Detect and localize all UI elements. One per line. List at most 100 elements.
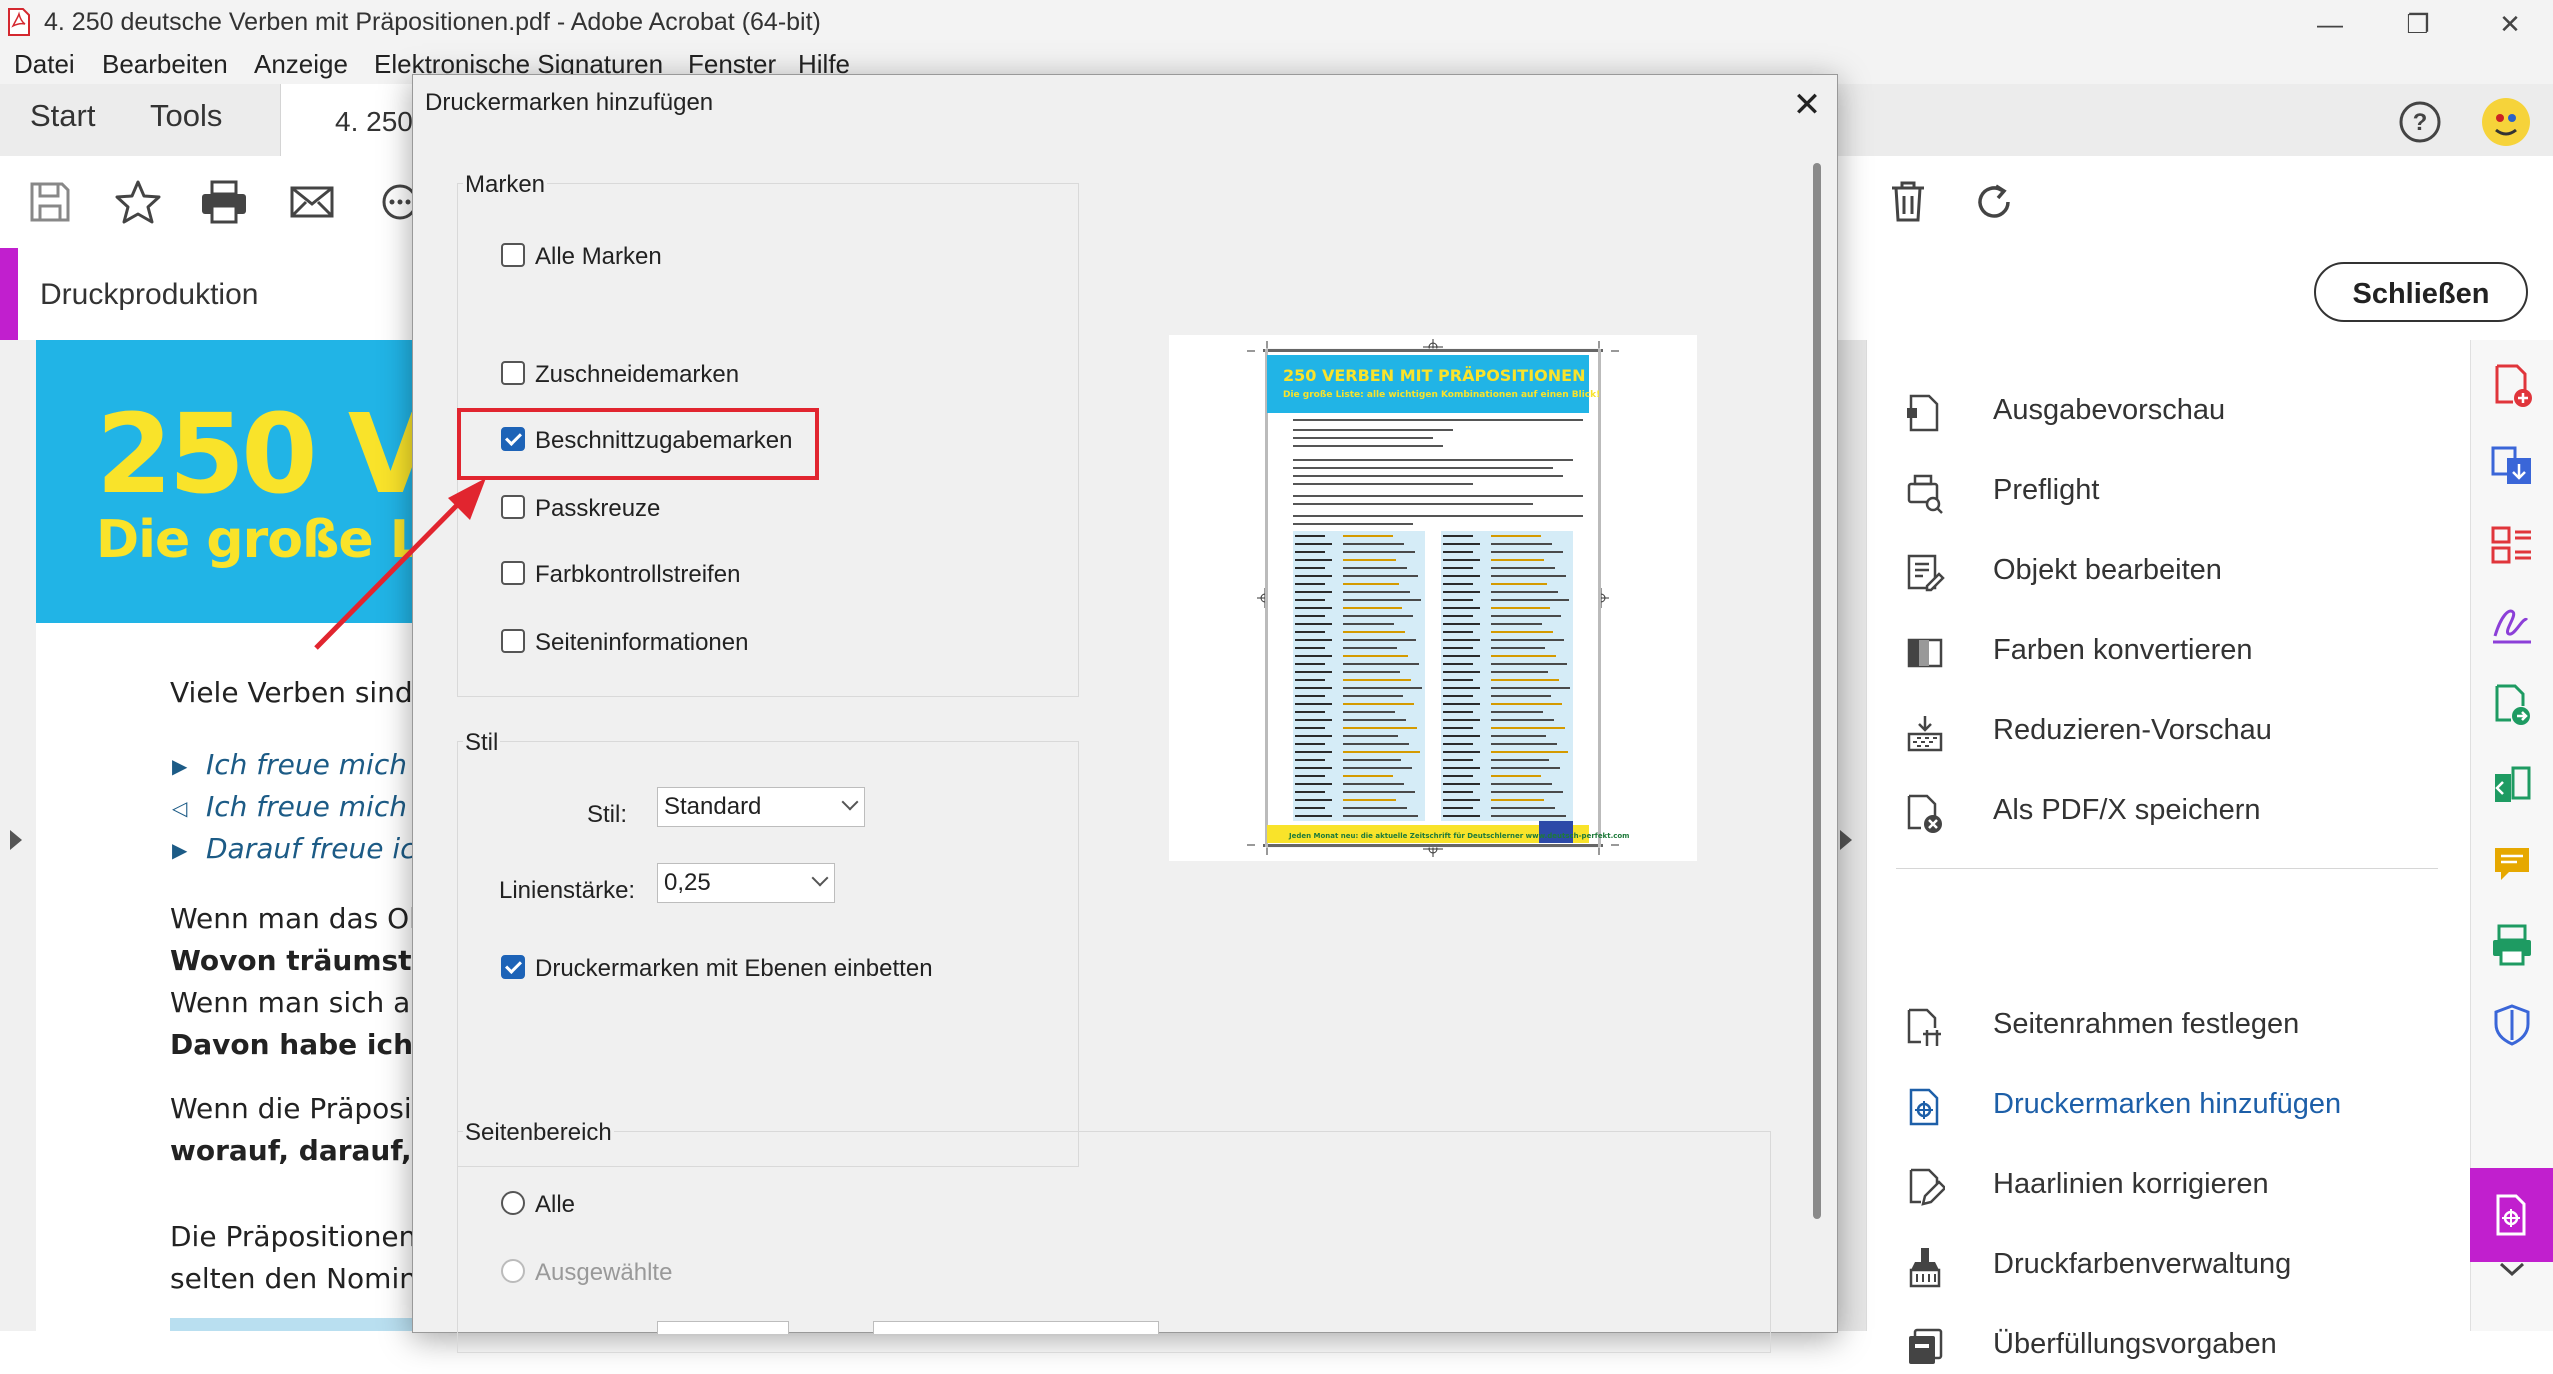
doc-line: Wovon träumst du? [170,944,416,977]
delete-icon[interactable] [1880,174,1936,230]
tool-label: Seitenrahmen festlegen [1993,1008,2300,1040]
mail-icon[interactable] [284,174,340,230]
preview-row-mark [1491,551,1563,553]
preview-row-mark [1491,567,1555,569]
preview-row-mark [1443,727,1473,729]
preview-row-mark [1343,703,1414,705]
menu-datei[interactable]: Datei [14,49,75,80]
radio-alle[interactable] [501,1191,525,1215]
doc-line: Wenn die Präpositi [170,1092,416,1125]
tool-ausgabevorschau[interactable]: Ausgabevorschau [1897,384,2457,440]
highlight-box [457,408,819,480]
pdf-file-icon [8,8,30,36]
tool-haarlinien-korrigieren[interactable]: Haarlinien korrigieren [1897,1158,2457,1214]
tab-document[interactable]: 4. 250 [280,84,422,156]
preview-row-mark [1295,751,1332,753]
doc-line: Wenn man das Obje [170,902,416,935]
convert-colors-icon [1907,638,1943,668]
preview-row-mark [1343,759,1401,761]
protect-icon[interactable] [2489,1002,2535,1048]
preview-row-mark [1343,719,1406,721]
chevron-down-icon [811,869,829,887]
compare-files-icon[interactable] [2489,762,2535,808]
preview-row-mark [1443,663,1473,665]
preview-footer: Jeden Monat neu: die aktuelle Zeitschrif… [1288,832,1629,840]
range-from-input[interactable] [657,1321,789,1334]
preview-row-mark [1491,663,1567,665]
radio-ausgewaehlte[interactable] [501,1259,525,1283]
preview-row-mark [1295,567,1325,569]
preview-row-mark [1343,815,1418,817]
star-icon[interactable] [110,174,166,230]
preview-row-mark [1443,743,1473,745]
tool-druckfarbenverwaltung[interactable]: Druckfarbenverwaltung [1897,1238,2457,1294]
export-pdf-icon[interactable] [2489,442,2535,488]
rotate-icon[interactable] [1966,174,2022,230]
expand-left-pane-icon[interactable] [10,830,22,850]
tab-tools[interactable]: Tools [150,98,222,134]
preview-row-mark [1295,639,1332,641]
window-close-button[interactable]: ✕ [2480,4,2540,44]
tool-reduzieren-vorschau[interactable]: Reduzieren-Vorschau [1897,704,2457,760]
doc-line: Viele Verben sind mi [170,676,416,709]
preview-row-mark [1343,671,1400,673]
tool-als-pdfx-speichern[interactable]: Als PDF/X speichern [1897,784,2457,840]
rail-print-production-active[interactable] [2470,1168,2553,1262]
checkbox-zuschneidemarken[interactable] [501,361,525,385]
preview-row-mark [1295,703,1332,705]
preview-row-mark [1491,791,1563,793]
preview-row-mark [1443,695,1473,697]
close-tool-button[interactable]: Schließen [2314,262,2528,322]
preview-row-mark [1491,711,1543,713]
tool-preflight[interactable]: Preflight [1897,464,2457,520]
line-weight-label: Linienstärke: [499,877,636,904]
marks-preview: 250 VERBEN MIT PRÄPOSITIONEN Die große L… [1169,335,1697,861]
tool-seitenrahmen-festlegen[interactable]: Seitenrahmen festlegen [1897,998,2457,1054]
tool-objekt-bearbeiten[interactable]: Objekt bearbeiten [1897,544,2457,600]
checkbox-ebenen-einbetten[interactable] [501,955,525,979]
print-icon[interactable] [196,174,252,230]
create-pdf-icon[interactable] [2489,362,2535,408]
tool-druckermarken-hinzufuegen[interactable]: Druckermarken hinzufügen [1897,1078,2457,1134]
scan-ocr-icon[interactable] [2489,922,2535,968]
help-icon[interactable]: ? [2398,100,2442,144]
preview-row-mark [1443,639,1480,641]
minimize-button[interactable]: — [2300,4,2360,44]
maximize-button[interactable]: ❐ [2388,4,2448,44]
style-select-value: Standard [664,793,762,820]
collapse-right-pane-icon[interactable] [1840,830,1852,850]
window-title: 4. 250 deutsche Verben mit Präpositionen… [44,8,821,36]
preview-row-mark [1443,807,1473,809]
preview-row-mark [1295,591,1332,593]
dialog-scrollbar[interactable] [1813,163,1821,1219]
preview-row-mark [1295,623,1332,625]
tool-farben-konvertieren[interactable]: Farben konvertieren [1897,624,2457,680]
menu-bearbeiten[interactable]: Bearbeiten [102,49,228,80]
preview-row-mark [1491,655,1556,657]
avatar[interactable] [2480,96,2532,148]
preview-row-mark [1295,783,1332,785]
menu-anzeige[interactable]: Anzeige [254,49,348,80]
preview-row-mark [1343,807,1407,809]
comment-tool-icon[interactable] [2489,842,2535,888]
preview-row-mark [1491,559,1544,561]
line-weight-select[interactable]: 0,25 [657,863,835,903]
tool-label: Reduzieren-Vorschau [1993,714,2272,746]
organize-pages-icon[interactable] [2489,522,2535,568]
preview-row-mark [1295,695,1325,697]
fill-sign-icon[interactable] [2489,602,2535,648]
preview-row-mark [1491,623,1542,625]
save-icon[interactable] [22,174,78,230]
tab-start[interactable]: Start [30,98,95,134]
preview-canvas: 250 VERBEN MIT PRÄPOSITIONEN Die große L… [1247,339,1629,857]
preview-row-mark [1443,711,1473,713]
style-select[interactable]: Standard [657,787,865,827]
dialog-close-button[interactable]: ✕ [1783,81,1831,129]
preview-row-mark [1443,759,1473,761]
checkbox-alle-marken[interactable] [501,243,525,267]
preview-subtitle: Die große Liste: alle wichtigen Kombinat… [1283,390,1600,400]
send-for-review-icon[interactable] [2489,682,2535,728]
tool-ueberfuellungsvorgaben[interactable]: Überfüllungsvorgaben [1897,1318,2457,1374]
edit-object-icon [1907,554,1945,592]
range-to-input[interactable] [873,1321,1159,1334]
